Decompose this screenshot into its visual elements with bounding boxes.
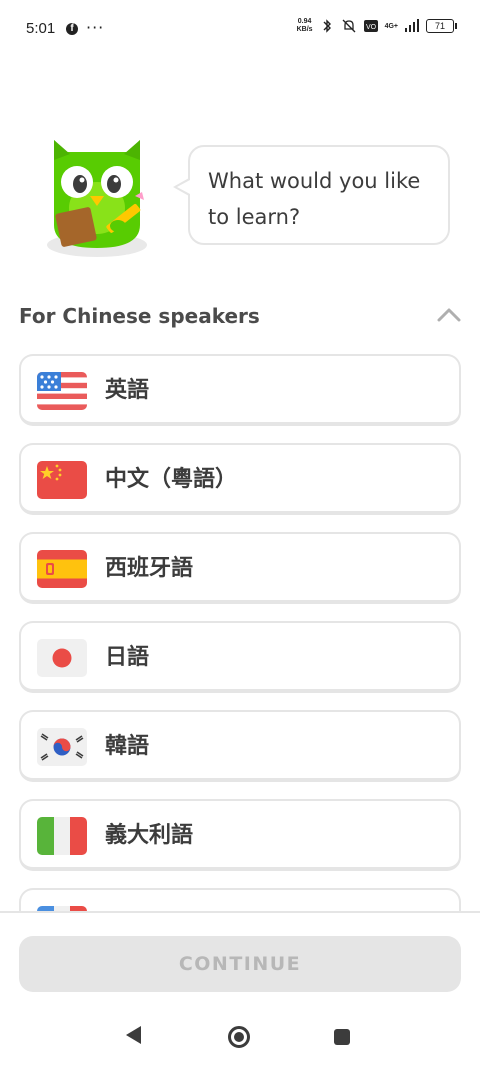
footer-divider <box>0 911 480 913</box>
continue-button[interactable]: CONTINUE <box>19 936 461 992</box>
owl-mascot <box>47 140 147 257</box>
home-icon[interactable] <box>228 1026 250 1048</box>
language-label: 韓語 <box>105 734 150 759</box>
network-speed: 0.94 KB/s <box>297 18 313 34</box>
section-header[interactable]: For Chinese speakers <box>19 298 462 334</box>
network-speed-value: 0.94 <box>297 18 312 25</box>
japan-flag-icon <box>37 639 87 677</box>
recents-icon[interactable] <box>334 1029 350 1045</box>
svg-text:VO: VO <box>366 24 377 31</box>
language-label: 英語 <box>105 378 150 403</box>
speech-bubble-tail-inner <box>177 180 190 194</box>
language-option-korean[interactable]: 韓語 <box>19 710 461 782</box>
status-icons: 0.94 KB/s VO 4G+ 71 <box>297 18 457 34</box>
spain-flag-icon <box>37 550 87 588</box>
chevron-up-icon[interactable] <box>436 304 462 326</box>
language-option-cantonese[interactable]: 中文（粵語） <box>19 443 461 515</box>
mute-icon <box>342 19 356 33</box>
bluetooth-icon <box>323 19 331 33</box>
language-label: 義大利語 <box>105 823 194 848</box>
signal-icon <box>405 19 419 32</box>
status-time: 5:01 <box>26 20 56 37</box>
network-type: 4G+ <box>384 22 398 30</box>
language-label: 中文（粵語） <box>105 467 238 492</box>
language-option-japanese[interactable]: 日語 <box>19 621 461 693</box>
language-label: 西班牙語 <box>105 556 194 581</box>
language-option-english[interactable]: 英語 <box>19 354 461 426</box>
back-icon[interactable] <box>126 1026 141 1044</box>
speech-bubble: What would you like to learn? <box>188 145 450 245</box>
language-option-spanish[interactable]: 西班牙語 <box>19 532 461 604</box>
facebook-icon: f <box>66 23 78 35</box>
status-bar: 5:01 f ··· 0.94 KB/s VO 4G+ 71 <box>0 0 480 60</box>
question-text: What would you like to learn? <box>208 169 421 229</box>
battery-indicator: 71 <box>426 19 457 33</box>
us-flag-icon <box>37 372 87 410</box>
section-title: For Chinese speakers <box>19 304 260 328</box>
italy-flag-icon <box>37 817 87 855</box>
china-flag-icon <box>37 461 87 499</box>
volte-icon: VO <box>363 20 378 32</box>
language-option-french[interactable] <box>19 888 461 912</box>
korea-flag-icon <box>37 728 87 766</box>
system-navigation-bar <box>0 1010 480 1066</box>
language-label: 日語 <box>105 645 150 670</box>
language-list: 英語 中文（粵語） 西班牙語 日語 韓語 義大利語 <box>19 354 461 912</box>
more-notifications-icon: ··· <box>86 18 105 37</box>
language-option-italian[interactable]: 義大利語 <box>19 799 461 871</box>
network-speed-unit: KB/s <box>296 26 313 33</box>
